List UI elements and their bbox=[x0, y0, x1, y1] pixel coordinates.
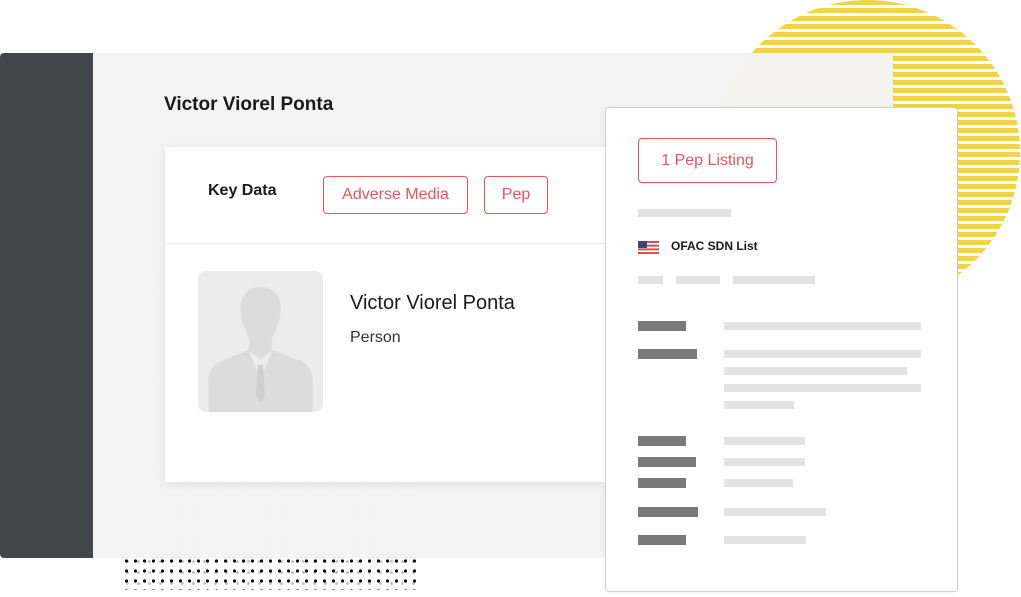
placeholder-line bbox=[724, 508, 826, 516]
placeholder-line bbox=[724, 536, 806, 544]
sidebar bbox=[0, 53, 93, 558]
avatar bbox=[198, 271, 323, 412]
list-name: OFAC SDN List bbox=[671, 239, 758, 253]
placeholder-label bbox=[638, 349, 697, 359]
placeholder-line bbox=[724, 350, 921, 358]
placeholder-line bbox=[638, 276, 663, 284]
placeholder-line bbox=[724, 458, 805, 466]
placeholder-label bbox=[638, 535, 686, 545]
placeholder-line bbox=[724, 437, 805, 445]
entity-name: Victor Viorel Ponta bbox=[350, 292, 515, 314]
pep-listing-button[interactable]: 1 Pep Listing bbox=[638, 138, 777, 183]
placeholder-line bbox=[724, 384, 921, 392]
pep-listing-panel: 1 Pep Listing OFAC SDN List bbox=[605, 107, 958, 592]
placeholder-line bbox=[733, 276, 815, 284]
us-flag-icon bbox=[638, 241, 659, 254]
pep-tag[interactable]: Pep bbox=[484, 176, 548, 214]
adverse-media-tag[interactable]: Adverse Media bbox=[323, 176, 468, 214]
person-silhouette-icon bbox=[208, 287, 313, 412]
placeholder-label bbox=[638, 478, 686, 488]
entity-card: Key Data Adverse Media Pep Victor Viorel… bbox=[165, 147, 620, 482]
card-header: Key Data Adverse Media Pep bbox=[165, 147, 620, 244]
placeholder-label bbox=[638, 321, 686, 331]
placeholder-label bbox=[638, 457, 696, 467]
placeholder-label bbox=[638, 507, 698, 517]
page-title: Victor Viorel Ponta bbox=[164, 94, 334, 115]
decorative-dot-grid-dark bbox=[122, 556, 422, 590]
placeholder-label bbox=[638, 436, 686, 446]
placeholder-line bbox=[724, 401, 794, 409]
placeholder-line bbox=[724, 479, 793, 487]
placeholder-line bbox=[724, 322, 921, 330]
tab-key-data[interactable]: Key Data bbox=[208, 182, 276, 200]
entity-type: Person bbox=[350, 329, 401, 346]
placeholder-line bbox=[724, 367, 907, 375]
placeholder-line bbox=[638, 209, 731, 217]
placeholder-line bbox=[676, 276, 720, 284]
